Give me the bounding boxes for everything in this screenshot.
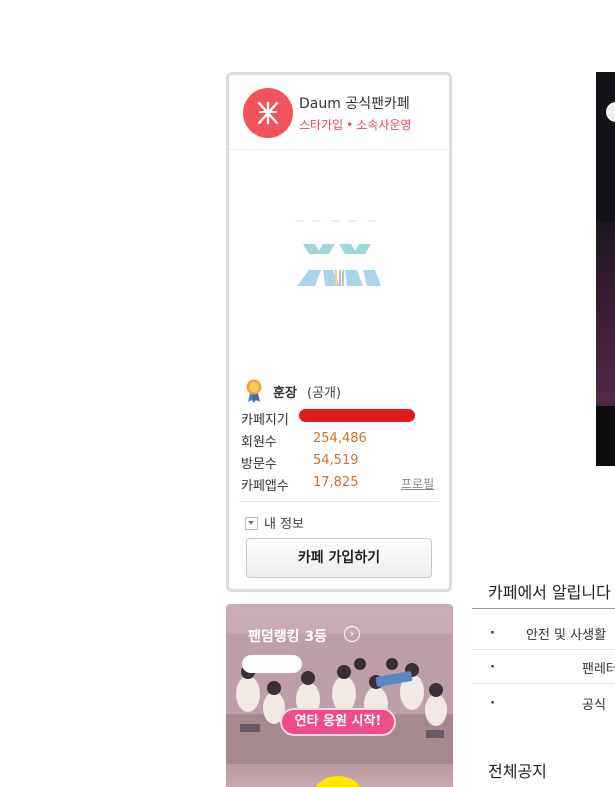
app-count-value: 17,825 [313,475,359,490]
members-value: 254,486 [313,431,367,446]
app-count-row: 카페앱수 17,825 [241,475,359,494]
cafe-info-panel: Daum 공식팬카페 스타가입 • 소속사운영 훈장 (공개) 카페지기 회원수… [226,72,452,592]
redaction-mark [299,409,415,422]
star-join-label: 스타가입 [299,118,344,132]
divider [472,683,615,684]
my-info-label: 내 정보 [264,517,305,532]
avatar [606,102,615,122]
start-cheering-button[interactable]: 연타 응원 시작! [280,708,396,736]
bullet: · [490,696,495,711]
cafe-name: Daum 공식팬카페 [299,96,410,112]
app-count-label: 카페앱수 [241,479,289,494]
bullet: · [490,626,495,641]
daum-fancafe-icon [243,88,293,138]
chevron-down-icon [245,517,258,530]
cafe-header: Daum 공식팬카페 스타가입 • 소속사운영 [229,75,449,150]
bullet: · [490,660,495,675]
cafe-logo [229,150,449,370]
visits-label: 방문수 [241,457,277,472]
members-row: 회원수 254,486 [241,431,367,450]
agency-run-label: 소속사운영 [356,118,412,132]
fandom-ranking-banner[interactable]: 팬덤랭킹 3등 › 연타 응원 시작! [226,604,453,787]
notice-text[interactable]: 안전 및 사생활 [526,624,606,643]
notice-item[interactable]: · 공식 [472,686,615,720]
separator-dot: • [346,118,354,132]
notice-text[interactable]: 공식 [582,694,606,713]
medal-icon [246,379,262,403]
all-notices-title: 전체공지 [488,762,547,781]
notice-item[interactable]: · 안전 및 사생활 [472,616,615,650]
yellow-badge [313,776,363,787]
cafe-type: 스타가입 • 소속사운영 [299,116,411,133]
visits-row: 방문수 54,519 [241,453,359,472]
members-label: 회원수 [241,435,277,450]
owner-row: 카페지기 [241,409,289,428]
my-info-toggle[interactable]: 내 정보 [245,513,304,532]
owner-label: 카페지기 [241,413,289,428]
notice-item[interactable]: · 팬레터 [472,650,615,684]
notice-text[interactable]: 팬레터 [582,658,615,677]
grade-status: (공개) [307,386,342,401]
divider [239,501,439,502]
notice-section-title: 카페에서 알립니다 [488,583,611,602]
chevron-right-icon[interactable]: › [344,626,360,642]
group-photo [226,634,453,764]
join-cafe-button[interactable]: 카페 가입하기 [246,538,432,578]
profile-link[interactable]: 프로필 [401,475,434,492]
fandom-ranking-title: 팬덤랭킹 3등 [248,629,328,645]
redaction-mark [242,655,302,673]
divider [472,608,615,609]
visits-value: 54,519 [313,453,359,468]
video-bar [596,406,615,466]
grade-label: 훈장 [273,386,297,401]
video-thumbnail[interactable] [596,72,615,466]
